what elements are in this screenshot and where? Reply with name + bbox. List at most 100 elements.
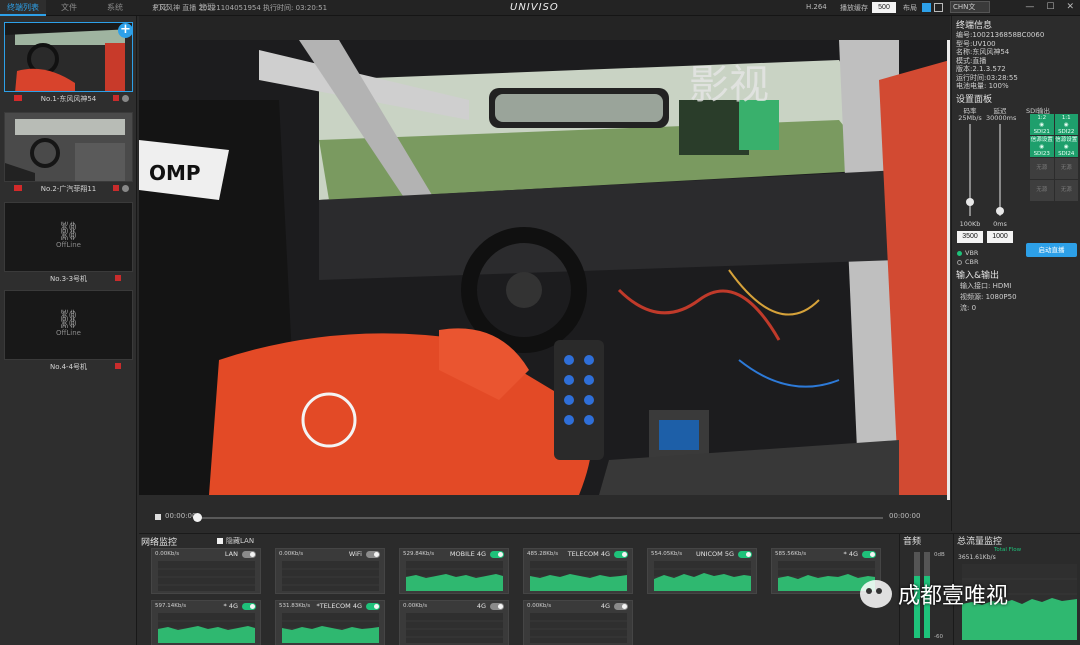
stop-icon[interactable] xyxy=(115,363,121,369)
network-rate: 0.00Kb/s xyxy=(403,603,428,609)
network-toggle[interactable] xyxy=(242,603,256,610)
audio-title: 音频 xyxy=(903,537,922,547)
camera-thumbnail[interactable]: ⛓ OffLine xyxy=(4,202,133,272)
latency-min: 0ms xyxy=(993,220,1007,228)
network-plot xyxy=(282,561,379,591)
network-name: LAN xyxy=(224,550,238,558)
network-monitor-title: 网络监控 xyxy=(141,538,178,548)
network-rate: 529.84Kb/s xyxy=(403,551,435,557)
sdi-cell[interactable]: 无源 xyxy=(1030,158,1054,179)
network-plot xyxy=(530,561,627,591)
stop-playback-icon[interactable] xyxy=(155,514,161,520)
camera-bar: No.3-3号机 xyxy=(4,272,133,286)
watermark: 成都壹唯视 xyxy=(860,578,1008,610)
network-toggle[interactable] xyxy=(490,551,504,558)
hide-lan-checkbox[interactable]: 隐藏LAN xyxy=(217,536,254,546)
single-layout-icon[interactable] xyxy=(934,3,943,12)
network-plot xyxy=(282,613,379,643)
stop-icon[interactable] xyxy=(115,275,121,281)
tab-files[interactable]: 文件 xyxy=(46,0,92,16)
settings-title: 设置面板 xyxy=(956,95,993,105)
terminal-info-list: 编号:1002136858BC0060 型号:UV100 名称:东风风神54 模… xyxy=(952,31,1080,91)
camera-item-1[interactable]: No.1-东风风神54 xyxy=(4,22,133,106)
seek-track[interactable] xyxy=(199,517,883,519)
network-toggle[interactable] xyxy=(242,551,256,558)
video-scrollbar[interactable] xyxy=(947,40,950,500)
codec-label: H.264 xyxy=(806,3,827,11)
camera-item-3[interactable]: ⛓ OffLine No.3-3号机 xyxy=(4,202,133,286)
network-toggle[interactable] xyxy=(366,551,380,558)
network-toggle[interactable] xyxy=(614,551,628,558)
video-overlay-text: 影视 xyxy=(689,62,769,108)
network-toggle[interactable] xyxy=(862,551,876,558)
latency-input[interactable] xyxy=(987,231,1013,243)
sdi-cell[interactable]: 信源设置 ◉ SDI24 xyxy=(1054,136,1078,157)
latency-slider[interactable] xyxy=(999,124,1001,216)
sdi-cell[interactable]: 无源 xyxy=(1030,180,1054,201)
io-title: 输入&输出 xyxy=(956,271,1000,281)
maximize-icon[interactable]: ☐ xyxy=(1046,2,1054,12)
radio-off-icon xyxy=(957,259,962,265)
settings-icon[interactable] xyxy=(122,185,129,192)
sdi-cell[interactable]: 无源 xyxy=(1054,158,1078,179)
terminal-name: 名称:东风风神54 xyxy=(956,48,1010,56)
vbr-radio[interactable]: VBR xyxy=(957,249,978,257)
camera-bar: No.1-东风风神54 xyxy=(4,92,133,106)
camera-bar: No.2-广汽菲翔11 xyxy=(4,182,133,196)
network-plot xyxy=(158,613,255,643)
broken-link-icon: ⛓ xyxy=(57,309,80,330)
sdi-cell[interactable]: 无源 xyxy=(1054,180,1078,201)
start-live-button[interactable]: 启动直播 xyxy=(1026,243,1077,257)
minimize-icon[interactable]: — xyxy=(1025,2,1034,12)
sdi-cell[interactable]: 1:2 ◉ SDI21 xyxy=(1030,114,1054,135)
network-toggle[interactable] xyxy=(738,551,752,558)
network-rate: 0.00Kb/s xyxy=(527,603,552,609)
terminal-version: 版本:2.1.3.572 xyxy=(956,65,1006,73)
network-toggle[interactable] xyxy=(614,603,628,610)
close-icon[interactable]: ✕ xyxy=(1066,2,1074,12)
video-header-space xyxy=(139,16,950,40)
camera-item-2[interactable]: No.2-广汽菲翔11 xyxy=(4,112,133,196)
audio-top-label: 0dB xyxy=(934,552,945,558)
stop-icon[interactable] xyxy=(113,185,119,191)
network-name: 4G xyxy=(476,602,486,610)
network-name: 4G xyxy=(600,602,610,610)
settings-icon[interactable] xyxy=(122,95,129,102)
stop-icon[interactable] xyxy=(113,95,119,101)
latency-slider-handle[interactable] xyxy=(996,207,1004,216)
network-name: * 4G xyxy=(843,550,859,558)
latency-max: 30000ms xyxy=(986,114,1017,122)
watermark-text: 成都壹唯视 xyxy=(898,584,1009,609)
main-video-player[interactable]: 影视 OMP xyxy=(139,40,950,495)
sdi-cell[interactable]: 1:1 ◉ SDI22 xyxy=(1054,114,1078,135)
language-select[interactable]: CHN文 xyxy=(950,1,990,13)
cbr-radio[interactable]: CBR xyxy=(957,258,979,266)
camera-thumbnail[interactable]: ⛓ OffLine xyxy=(4,290,133,360)
bitrate-slider-handle[interactable] xyxy=(966,198,974,207)
network-toggle[interactable] xyxy=(490,603,504,610)
seek-handle[interactable] xyxy=(193,513,202,522)
network-name: *TELECOM 4G xyxy=(316,602,362,610)
tab-terminal-list[interactable]: 终端列表 xyxy=(0,0,46,16)
network-name: * 4G xyxy=(223,602,239,610)
terminal-serial: 编号:1002136858BC0060 xyxy=(956,31,1045,39)
add-terminal-button[interactable]: + xyxy=(118,23,133,38)
buffer-input[interactable] xyxy=(872,2,896,13)
camera-thumbnail[interactable] xyxy=(4,112,133,182)
bitrate-input[interactable] xyxy=(957,231,983,243)
grid-layout-icon[interactable] xyxy=(922,3,931,12)
network-plot xyxy=(654,561,751,591)
camera-bar: No.4-4号机 xyxy=(4,360,133,374)
camera-thumbnail[interactable] xyxy=(4,22,133,92)
tab-system[interactable]: 系统 xyxy=(92,0,138,16)
video-source: 视频源: 1080P50 xyxy=(960,293,1017,301)
bitrate-max: 25Mb/s xyxy=(958,114,982,122)
network-toggle[interactable] xyxy=(366,603,380,610)
total-flow-title: 总流量监控 xyxy=(957,537,1003,547)
network-box: 529.84Kb/s MOBILE 4G xyxy=(399,548,509,594)
network-rate: 554.05Kb/s xyxy=(651,551,683,557)
sdi-cell[interactable]: 信源设置 ◉ SDI23 xyxy=(1030,136,1054,157)
network-rate: 531.83Kb/s xyxy=(279,603,311,609)
camera-item-4[interactable]: ⛓ OffLine No.4-4号机 xyxy=(4,290,133,374)
bitrate-min: 100Kb xyxy=(959,220,981,228)
